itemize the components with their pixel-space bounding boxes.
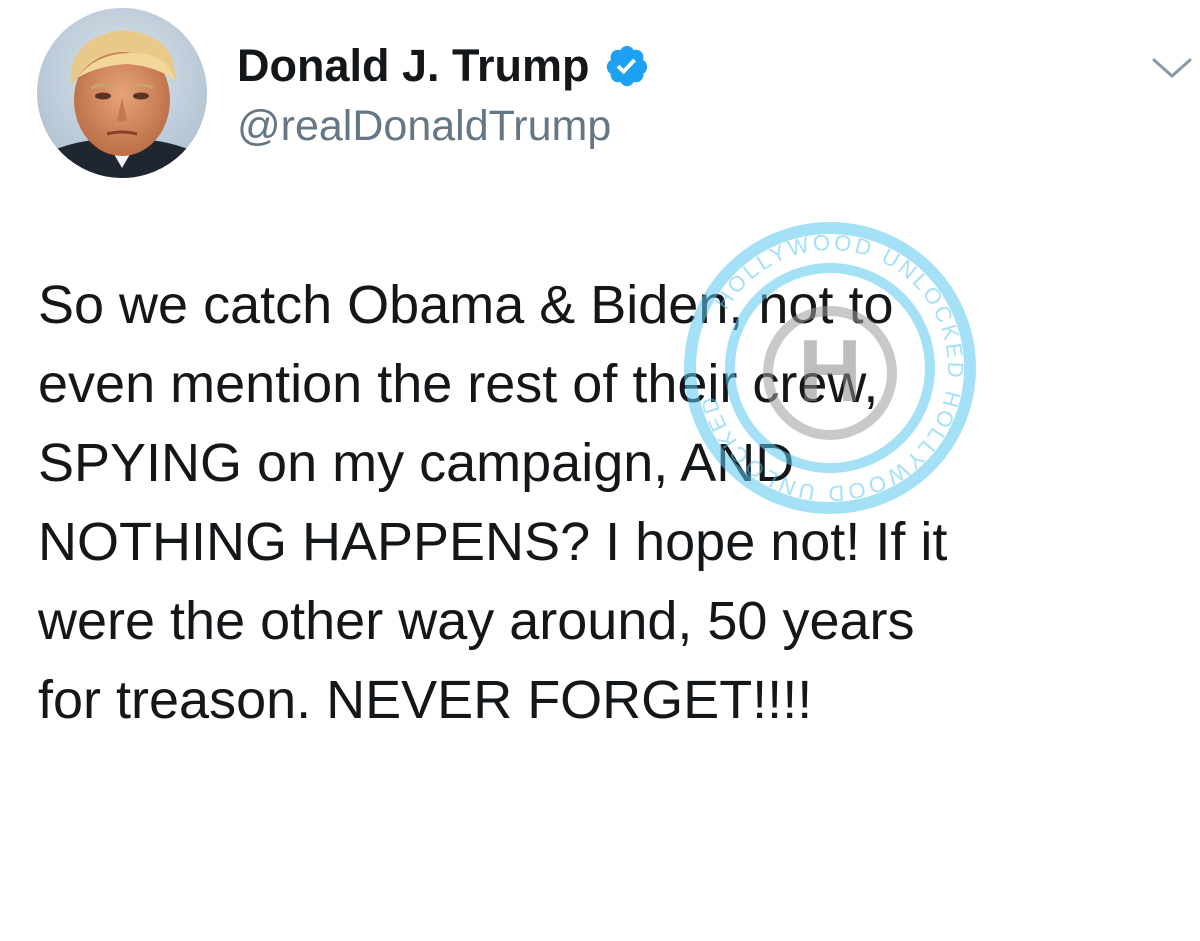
- tweet-text: So we catch Obama & Biden, not to even m…: [38, 275, 948, 730]
- avatar[interactable]: [37, 8, 207, 178]
- verified-badge-icon: [604, 43, 650, 89]
- author-row: Donald J. Trump: [237, 40, 650, 92]
- chevron-down-icon[interactable]: [1150, 52, 1194, 84]
- avatar-portrait: [37, 8, 207, 178]
- author-handle[interactable]: @realDonaldTrump: [237, 100, 611, 152]
- display-name[interactable]: Donald J. Trump: [237, 40, 590, 92]
- tweet-card: Donald J. Trump @realDonaldTrump So we c…: [0, 0, 1200, 941]
